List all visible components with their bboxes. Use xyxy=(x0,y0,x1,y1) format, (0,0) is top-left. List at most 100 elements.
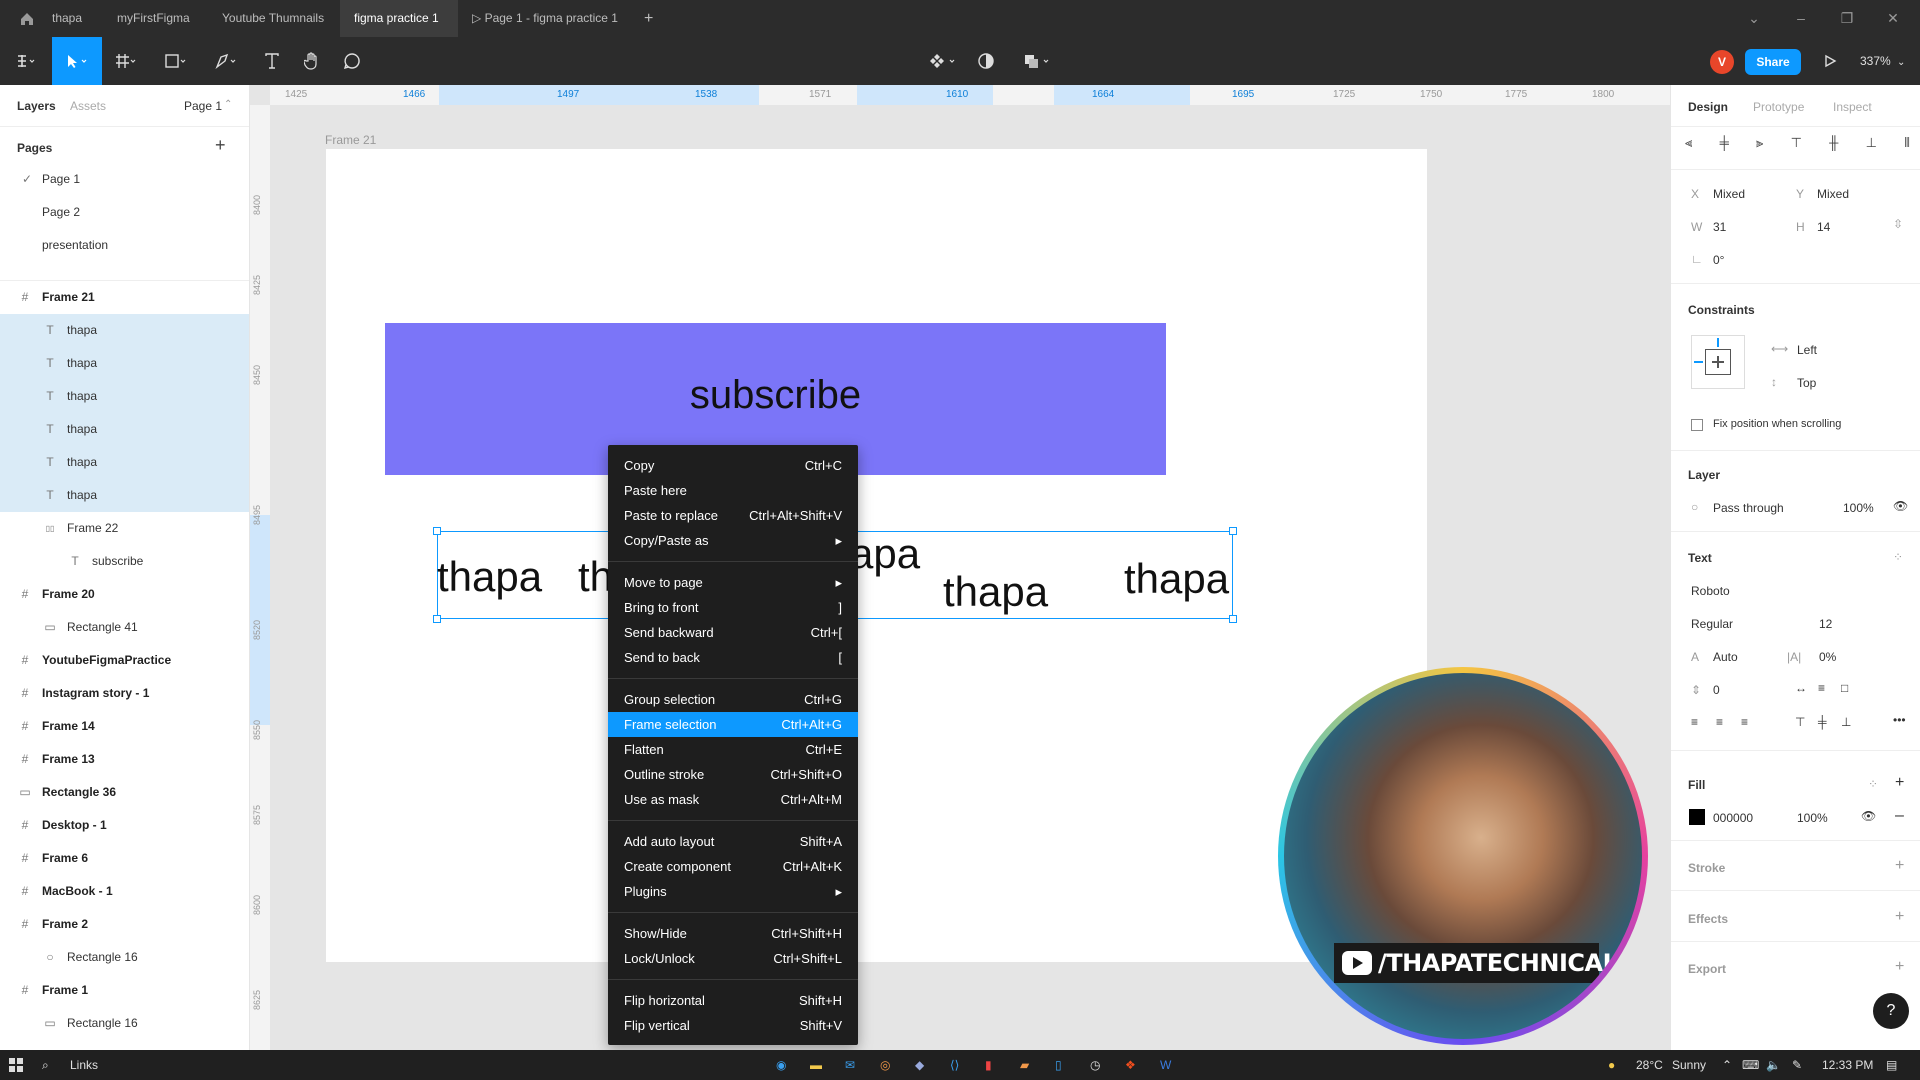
align-bottom-text-icon[interactable]: ⊥ xyxy=(1841,715,1851,729)
layer-item[interactable]: # Desktop - 1 xyxy=(0,809,249,842)
text-layer[interactable]: thapa xyxy=(1124,555,1229,603)
rotation-input[interactable]: 0° xyxy=(1713,253,1724,267)
distribute-icon[interactable]: ⦀ xyxy=(1904,135,1910,159)
app-icon[interactable]: ◆ xyxy=(915,1050,924,1080)
align-right-icon[interactable]: ⫸ xyxy=(1756,135,1763,159)
resize-handle[interactable] xyxy=(433,615,441,623)
layer-item[interactable]: # Frame 13 xyxy=(0,743,249,776)
main-menu-icon[interactable] xyxy=(8,37,44,85)
hand-tool-icon[interactable] xyxy=(294,37,330,85)
font-size-input[interactable]: 12 xyxy=(1819,617,1832,631)
layer-item[interactable]: ▭ Rectangle 36 xyxy=(0,776,249,809)
layer-item[interactable]: ▭ Rectangle 41 xyxy=(0,611,249,644)
fill-opacity-input[interactable]: 100% xyxy=(1797,811,1828,825)
menu-item[interactable]: Paste to replace Ctrl+Alt+Shift+V xyxy=(608,503,858,528)
letter-spacing-input[interactable]: 0% xyxy=(1819,650,1836,664)
file-explorer-icon[interactable]: ▬ xyxy=(810,1050,822,1080)
present-icon[interactable] xyxy=(1812,37,1848,85)
file-tab[interactable]: thapa xyxy=(38,0,96,37)
add-fill-icon[interactable]: + xyxy=(1895,774,1904,792)
page-item[interactable]: ✓ Page 1 xyxy=(0,163,249,196)
menu-item[interactable]: Create component Ctrl+Alt+K xyxy=(608,854,858,879)
frame-tool-icon[interactable] xyxy=(108,37,144,85)
layer-item[interactable]: Tthapa xyxy=(0,446,249,479)
prototype-tab[interactable]: ▷ Page 1 - figma practice 1 xyxy=(458,0,632,37)
layer-item[interactable]: # Frame 14 xyxy=(0,710,249,743)
add-export-icon[interactable]: + xyxy=(1895,958,1904,976)
file-tab[interactable]: myFirstFigma xyxy=(103,0,204,37)
remove-fill-icon[interactable]: – xyxy=(1895,807,1904,825)
file-tab[interactable]: Youtube Thumnails xyxy=(208,0,338,37)
taskbar-search-text[interactable]: Links xyxy=(70,1050,98,1080)
chrome-icon[interactable]: ◎ xyxy=(880,1050,890,1080)
w-input[interactable]: 31 xyxy=(1713,220,1726,234)
more-options-icon[interactable]: ••• xyxy=(1893,713,1906,727)
menu-item[interactable]: Flip vertical Shift+V xyxy=(608,1013,858,1038)
fixed-size-icon[interactable]: □ xyxy=(1841,681,1848,695)
layer-item[interactable]: # Frame 2 xyxy=(0,908,249,941)
layer-item[interactable]: Tthapa xyxy=(0,347,249,380)
align-center-v-icon[interactable]: ╫ xyxy=(1829,135,1838,159)
fill-color-swatch[interactable] xyxy=(1689,809,1705,825)
h-input[interactable]: 14 xyxy=(1817,220,1830,234)
auto-height-icon[interactable]: ≡ xyxy=(1818,681,1825,695)
windows-start-icon[interactable] xyxy=(8,1050,24,1080)
edge-icon[interactable]: ◉ xyxy=(776,1050,786,1080)
shape-tool-icon[interactable] xyxy=(158,37,194,85)
menu-item[interactable]: Flatten Ctrl+E xyxy=(608,737,858,762)
resize-handle[interactable] xyxy=(433,527,441,535)
blend-mode-select[interactable]: Pass through xyxy=(1713,501,1784,515)
resize-handle[interactable] xyxy=(1229,527,1237,535)
text-layer[interactable]: apa xyxy=(850,530,920,578)
menu-item[interactable]: Outline stroke Ctrl+Shift+O xyxy=(608,762,858,787)
layer-item[interactable]: # Frame 21 xyxy=(0,281,249,314)
menu-item[interactable]: Plugins ▸ xyxy=(608,879,858,904)
frame-label[interactable]: Frame 21 xyxy=(325,133,376,147)
menu-item[interactable]: Copy Ctrl+C xyxy=(608,453,858,478)
add-page-icon[interactable]: + xyxy=(215,135,226,156)
layer-item[interactable]: Tsubscribe xyxy=(0,545,249,578)
layer-item[interactable]: # Frame 20 xyxy=(0,578,249,611)
layer-item[interactable]: Tthapa xyxy=(0,479,249,512)
font-style-select[interactable]: Regular xyxy=(1691,617,1733,631)
line-height-input[interactable]: Auto xyxy=(1713,650,1738,664)
pen-icon[interactable]: ✎ xyxy=(1792,1050,1802,1080)
constrain-proportions-icon[interactable]: ⇳ xyxy=(1893,217,1903,231)
tab-layers[interactable]: Layers xyxy=(17,99,56,113)
fill-hex-input[interactable]: 000000 xyxy=(1713,811,1753,825)
text-layer[interactable]: thapa xyxy=(437,553,542,601)
weather-temp[interactable]: 28°C xyxy=(1636,1050,1663,1080)
fix-position-checkbox[interactable] xyxy=(1691,419,1703,431)
eye-icon[interactable]: 👁 xyxy=(1861,809,1876,823)
align-center-h-icon[interactable]: ╪ xyxy=(1720,135,1729,159)
subscribe-text[interactable]: subscribe xyxy=(385,373,1166,418)
menu-item[interactable]: Show/Hide Ctrl+Shift+H xyxy=(608,921,858,946)
menu-item[interactable]: Group selection Ctrl+G xyxy=(608,687,858,712)
align-left-icon[interactable]: ⫷ xyxy=(1685,135,1692,159)
menu-item[interactable]: Bring to front] xyxy=(608,595,858,620)
help-button[interactable]: ? xyxy=(1873,993,1909,1029)
text-layer[interactable]: thapa xyxy=(943,568,1048,616)
align-top-text-icon[interactable]: ⊤ xyxy=(1795,715,1805,729)
share-button[interactable]: Share xyxy=(1745,49,1801,75)
vscode-icon[interactable]: ⟨⟩ xyxy=(950,1050,959,1080)
tab-inspect[interactable]: Inspect xyxy=(1833,100,1872,114)
constraint-widget[interactable] xyxy=(1691,335,1745,389)
word-icon[interactable]: W xyxy=(1160,1050,1171,1080)
menu-item[interactable]: Lock/Unlock Ctrl+Shift+L xyxy=(608,946,858,971)
layer-item[interactable]: # Frame 6 xyxy=(0,842,249,875)
tab-design[interactable]: Design xyxy=(1688,100,1728,114)
font-family-select[interactable]: Roboto xyxy=(1691,584,1730,598)
menu-item[interactable]: Paste here xyxy=(608,478,858,503)
layer-item[interactable]: Tthapa xyxy=(0,413,249,446)
y-input[interactable]: Mixed xyxy=(1817,187,1849,201)
x-input[interactable]: Mixed xyxy=(1713,187,1745,201)
menu-item[interactable]: Flip horizontal Shift+H xyxy=(608,988,858,1013)
paragraph-spacing-input[interactable]: 0 xyxy=(1713,683,1720,697)
sublime-icon[interactable]: ▰ xyxy=(1020,1050,1029,1080)
layer-item[interactable]: Tthapa xyxy=(0,314,249,347)
add-effect-icon[interactable]: + xyxy=(1895,908,1904,926)
boolean-icon[interactable] xyxy=(1016,37,1060,85)
restore-icon[interactable]: ❐ xyxy=(1824,0,1870,37)
layer-item[interactable]: # Instagram story - 1 xyxy=(0,677,249,710)
